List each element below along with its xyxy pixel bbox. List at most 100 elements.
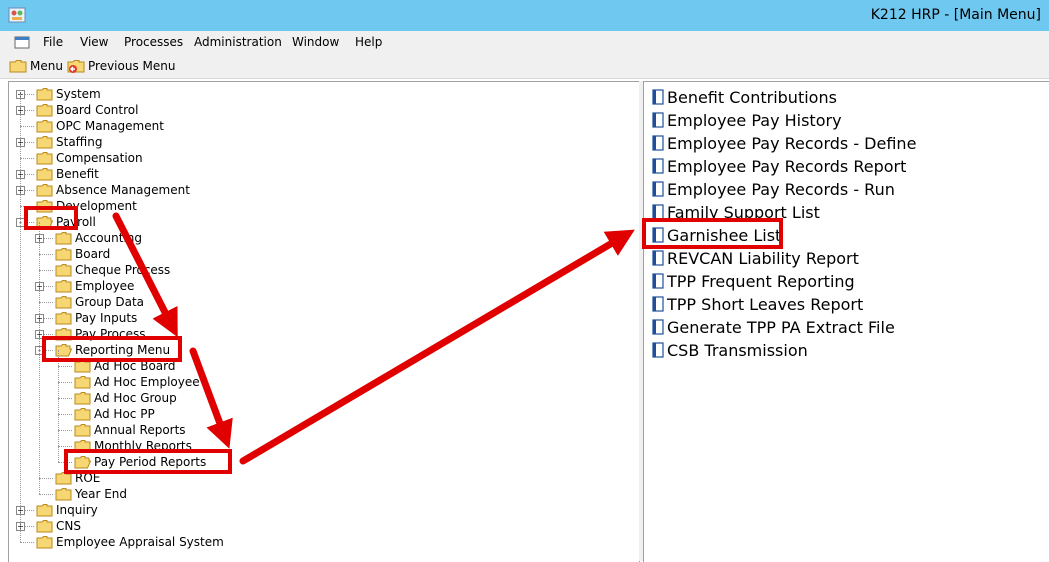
report-item-label: REVCAN Liability Report <box>667 248 859 268</box>
tree-connector <box>39 254 53 255</box>
previous-menu-button[interactable]: Previous Menu <box>67 57 175 75</box>
highlight-payroll <box>24 206 78 230</box>
tree-item-ad-hoc-pp[interactable]: Ad Hoc PP <box>74 406 155 422</box>
tree-connector <box>58 382 72 383</box>
report-document-icon <box>652 319 664 335</box>
tree-item-label: Ad Hoc PP <box>94 407 155 421</box>
report-item-benefit-contributions[interactable]: Benefit Contributions <box>651 86 837 108</box>
folder-icon <box>36 168 53 181</box>
tree-item-label: Board <box>75 247 111 261</box>
tree-connector <box>20 542 34 543</box>
report-item-generate-tpp-pa-extract-file[interactable]: Generate TPP PA Extract File <box>651 316 895 338</box>
report-item-label: Benefit Contributions <box>667 87 837 107</box>
tree-connector <box>58 350 59 462</box>
tree-item-label: OPC Management <box>56 119 164 133</box>
tree-item-pay-inputs[interactable]: Pay Inputs <box>55 310 137 326</box>
tree-connector <box>58 414 72 415</box>
report-document-icon <box>652 250 664 266</box>
tree-item-ad-hoc-group[interactable]: Ad Hoc Group <box>74 390 177 406</box>
menu-view[interactable]: View <box>80 35 108 49</box>
folder-icon <box>36 152 53 165</box>
folder-icon <box>55 232 72 245</box>
tree-item-label: Absence Management <box>56 183 190 197</box>
tree-item-board-control[interactable]: Board Control <box>36 102 138 118</box>
report-item-label: Employee Pay Records - Define <box>667 133 917 153</box>
tree-item-group-data[interactable]: Group Data <box>55 294 144 310</box>
tree-item-annual-reports[interactable]: Annual Reports <box>74 422 186 438</box>
report-item-csb-transmission[interactable]: CSB Transmission <box>651 339 808 361</box>
report-document-icon <box>652 135 664 151</box>
report-item-employee-pay-records-run[interactable]: Employee Pay Records - Run <box>651 178 895 200</box>
report-document-icon <box>652 181 664 197</box>
report-item-label: TPP Short Leaves Report <box>667 294 864 314</box>
menu-help[interactable]: Help <box>355 35 382 49</box>
tree-item-ad-hoc-employee[interactable]: Ad Hoc Employee <box>74 374 200 390</box>
tree-connector <box>39 478 53 479</box>
tree-item-label: Ad Hoc Employee <box>94 375 200 389</box>
folder-icon <box>55 488 72 501</box>
tree-item-board[interactable]: Board <box>55 246 110 262</box>
report-item-tpp-short-leaves-report[interactable]: TPP Short Leaves Report <box>651 293 863 315</box>
report-item-employee-pay-records-define[interactable]: Employee Pay Records - Define <box>651 132 916 154</box>
tree-connector <box>20 94 21 542</box>
tree-item-cns[interactable]: CNS <box>36 518 81 534</box>
folder-icon <box>36 504 53 517</box>
tree-item-system[interactable]: System <box>36 86 101 102</box>
menu-file[interactable]: File <box>43 35 63 49</box>
menu-button-label: Menu <box>30 59 63 73</box>
report-item-label: Employee Pay History <box>667 110 842 130</box>
tree-item-label: Employee Appraisal System <box>56 535 224 549</box>
menu-bar: File View Processes Administration Windo… <box>0 31 1049 54</box>
report-item-label: Generate TPP PA Extract File <box>667 317 895 337</box>
tree-item-opc-management[interactable]: OPC Management <box>36 118 164 134</box>
menu-button[interactable]: Menu <box>9 57 63 75</box>
folder-icon <box>74 424 91 437</box>
tree-item-staffing[interactable]: Staffing <box>36 134 103 150</box>
tree-connector <box>39 222 40 494</box>
tree-connector <box>20 158 34 159</box>
folder-icon <box>36 136 53 149</box>
app-icon[interactable] <box>8 7 26 23</box>
report-item-label: CSB Transmission <box>667 340 808 360</box>
tree-item-benefit[interactable]: Benefit <box>36 166 99 182</box>
report-document-icon <box>652 273 664 289</box>
tree-item-employee-appraisal-system[interactable]: Employee Appraisal System <box>36 534 224 550</box>
menu-tree-pane[interactable]: System + Board Control + OPC Management Staff… <box>8 81 640 562</box>
folder-icon <box>55 296 72 309</box>
tree-item-accounting[interactable]: Accounting <box>55 230 142 246</box>
folder-icon <box>36 536 53 549</box>
tree-item-inquiry[interactable]: Inquiry <box>36 502 98 518</box>
tree-item-label: Inquiry <box>56 503 98 517</box>
tree-connector <box>39 494 53 495</box>
tree-item-label: Board Control <box>56 103 139 117</box>
menu-processes[interactable]: Processes <box>124 35 183 49</box>
tree-item-label: Cheque Process <box>75 263 171 277</box>
report-item-employee-pay-records-report[interactable]: Employee Pay Records Report <box>651 155 906 177</box>
report-item-label: TPP Frequent Reporting <box>667 271 855 291</box>
folder-icon <box>36 120 53 133</box>
previous-folder-icon <box>67 60 85 73</box>
previous-menu-button-label: Previous Menu <box>88 59 176 73</box>
tree-item-year-end[interactable]: Year End <box>55 486 127 502</box>
tree-item-absence-management[interactable]: Absence Management <box>36 182 190 198</box>
report-item-employee-pay-history[interactable]: Employee Pay History <box>651 109 842 131</box>
tree-item-label: Ad Hoc Group <box>94 391 177 405</box>
tree-item-label: Pay Inputs <box>75 311 138 325</box>
report-item-revcan-liability-report[interactable]: REVCAN Liability Report <box>651 247 859 269</box>
report-list-pane[interactable]: Benefit Contributions Employee Pay Histor… <box>643 81 1049 562</box>
tree-item-label: Year End <box>75 487 128 501</box>
tree-item-compensation[interactable]: Compensation <box>36 150 143 166</box>
menu-window[interactable]: Window <box>292 35 339 49</box>
tree-item-employee[interactable]: Employee <box>55 278 134 294</box>
tree-item-cheque-process[interactable]: Cheque Process <box>55 262 170 278</box>
folder-icon <box>55 312 72 325</box>
document-icon[interactable] <box>14 35 30 49</box>
folder-icon <box>55 280 72 293</box>
report-item-tpp-frequent-reporting[interactable]: TPP Frequent Reporting <box>651 270 855 292</box>
folder-icon <box>74 408 91 421</box>
tree-connector <box>20 126 34 127</box>
report-document-icon <box>652 112 664 128</box>
folder-icon <box>36 104 53 117</box>
report-document-icon <box>652 296 664 312</box>
menu-administration[interactable]: Administration <box>194 35 282 49</box>
